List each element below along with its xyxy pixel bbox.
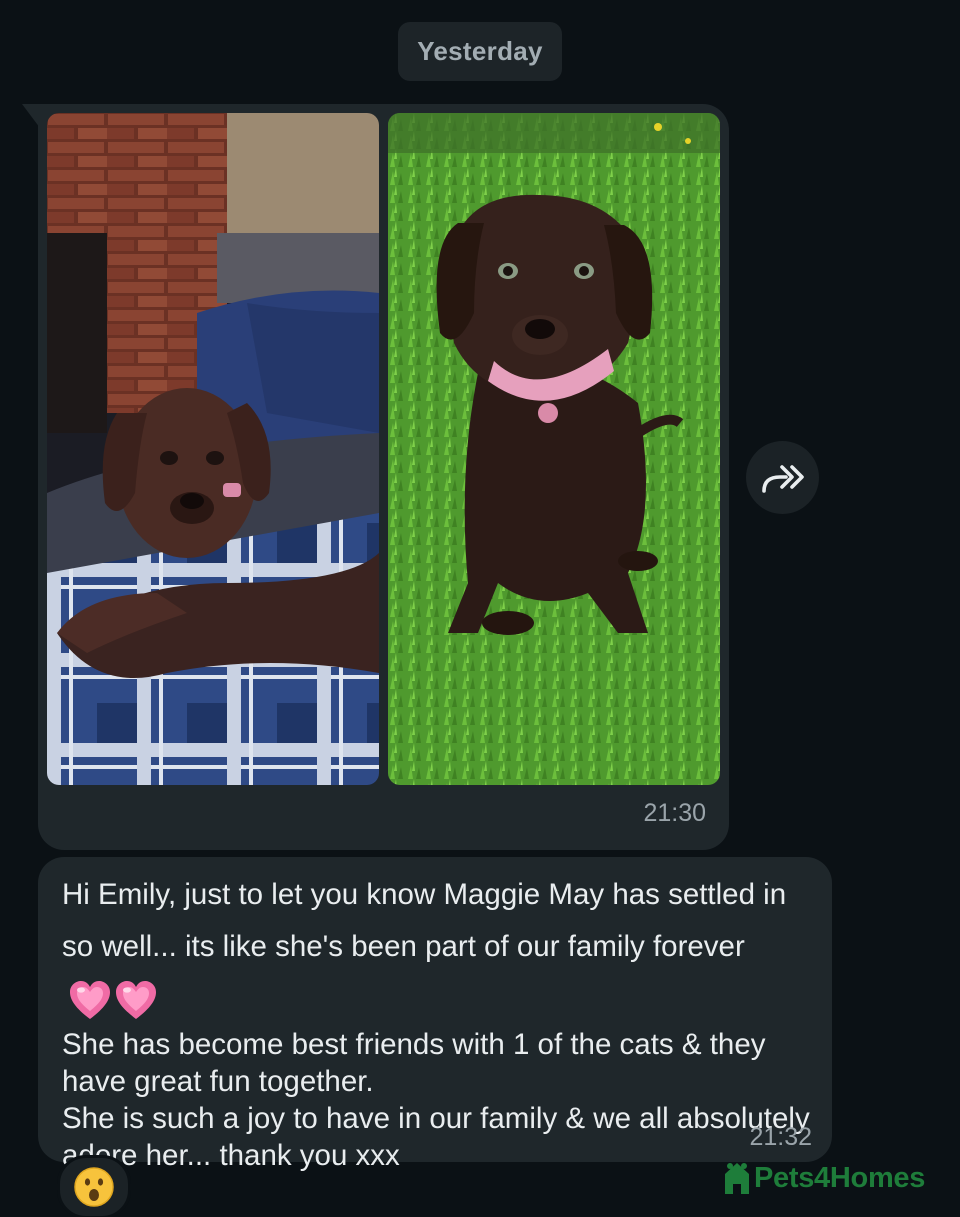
chat-screen: Yesterday 21:30 Hi Emily, just to let yo…: [0, 0, 960, 1217]
forward-button[interactable]: [746, 441, 819, 514]
date-separator: Yesterday: [398, 22, 562, 81]
message-paragraph: Hi Emily, just to let you know Maggie Ma…: [62, 869, 812, 1026]
astonished-face-icon: [74, 1167, 114, 1207]
forward-icon: [761, 464, 804, 493]
message-reaction[interactable]: [57, 1155, 131, 1217]
message-paragraph: She is such a joy to have in our family …: [62, 1102, 810, 1173]
message-timestamp: 21:30: [643, 799, 706, 827]
hearts-emoji-group: [68, 974, 160, 1026]
text-message-bubble[interactable]: Hi Emily, just to let you know Maggie Ma…: [38, 857, 832, 1172]
puppy-photo-grass[interactable]: [388, 113, 720, 785]
growing-heart-icon: [116, 981, 156, 1020]
pets4homes-watermark: Pets4Homes: [722, 1158, 925, 1198]
message-timestamp: 21:32: [749, 1123, 812, 1151]
message-line: Hi Emily, just to let you know Maggie Ma…: [62, 878, 787, 963]
message-text: Hi Emily, just to let you know Maggie Ma…: [62, 869, 812, 1174]
growing-heart-icon: [70, 981, 110, 1020]
message-paragraph: She has become best friends with 1 of th…: [62, 1028, 766, 1099]
image-message-bubble[interactable]: 21:30: [38, 104, 729, 850]
puppy-on-sofa-image: [47, 113, 379, 785]
puppy-photo-indoor[interactable]: [47, 113, 379, 785]
puppy-on-grass-image: [388, 113, 720, 785]
brand-name: Pets4Homes: [754, 1161, 926, 1194]
house-logo-icon: [725, 1163, 749, 1194]
